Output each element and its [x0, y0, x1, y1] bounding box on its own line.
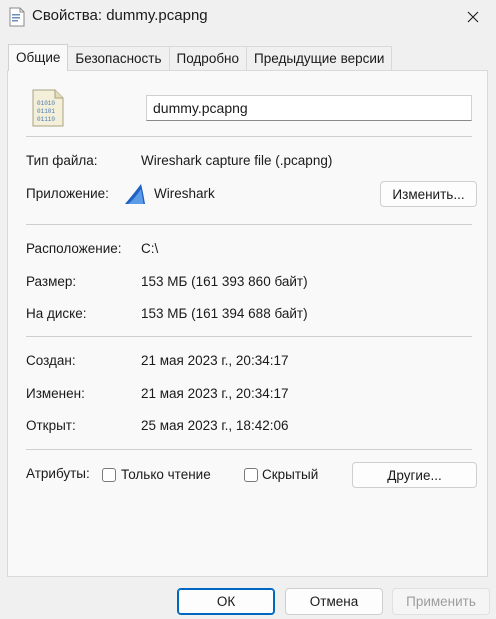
tab-security[interactable]: Безопасность: [67, 46, 170, 70]
size-label: Размер:: [26, 274, 77, 289]
cancel-button[interactable]: Отмена: [285, 588, 383, 615]
file-icon: [9, 7, 25, 27]
tab-details[interactable]: Подробно: [168, 46, 248, 70]
disk-size-value: 153 МБ (161 394 688 байт): [141, 306, 308, 321]
apply-button[interactable]: Применить: [392, 588, 490, 615]
application-value: Wireshark: [154, 186, 215, 201]
file-type-label: Тип файла:: [26, 153, 98, 168]
file-name-input[interactable]: [146, 95, 472, 121]
tab-previous-versions[interactable]: Предыдущие версии: [246, 46, 393, 70]
modified-value: 21 мая 2023 г., 20:34:17: [141, 386, 289, 401]
hidden-checkbox[interactable]: [244, 468, 258, 482]
close-icon: [467, 11, 479, 23]
tab-general[interactable]: Общие: [8, 44, 69, 71]
opened-value: 25 мая 2023 г., 18:42:06: [141, 418, 289, 433]
window-title: Свойства: dummy.pcapng: [32, 7, 208, 24]
svg-text:01110: 01110: [37, 116, 55, 123]
tab-strip: Общие Безопасность Подробно Предыдущие в…: [8, 44, 393, 71]
title-bar: Свойства: dummy.pcapng: [0, 0, 496, 34]
hidden-label: Скрытый: [262, 467, 319, 482]
other-attributes-button[interactable]: Другие...: [352, 462, 477, 488]
readonly-checkbox[interactable]: [102, 468, 116, 482]
general-panel: 01010 01101 01110 Тип файла: Wireshark c…: [7, 70, 488, 577]
application-label: Приложение:: [26, 186, 109, 201]
location-value: C:\: [141, 241, 159, 256]
separator: [26, 449, 472, 450]
svg-text:01101: 01101: [37, 108, 55, 115]
svg-text:01010: 01010: [37, 100, 55, 107]
disk-size-label: На диске:: [26, 306, 87, 321]
location-label: Расположение:: [26, 241, 122, 256]
ok-button[interactable]: ОК: [177, 588, 275, 615]
binary-file-icon: 01010 01101 01110: [32, 89, 64, 127]
wireshark-fin-icon: [125, 184, 145, 204]
separator: [26, 136, 472, 137]
separator: [26, 336, 472, 337]
file-type-value: Wireshark capture file (.pcapng): [141, 153, 333, 168]
readonly-label: Только чтение: [121, 467, 211, 482]
created-value: 21 мая 2023 г., 20:34:17: [141, 353, 289, 368]
change-button[interactable]: Изменить...: [380, 181, 477, 207]
created-label: Создан:: [26, 353, 76, 368]
size-value: 153 МБ (161 393 860 байт): [141, 274, 308, 289]
attributes-label: Атрибуты:: [26, 466, 90, 481]
separator: [26, 224, 472, 225]
opened-label: Открыт:: [26, 418, 76, 433]
modified-label: Изменен:: [26, 386, 85, 401]
close-button[interactable]: [450, 0, 496, 34]
